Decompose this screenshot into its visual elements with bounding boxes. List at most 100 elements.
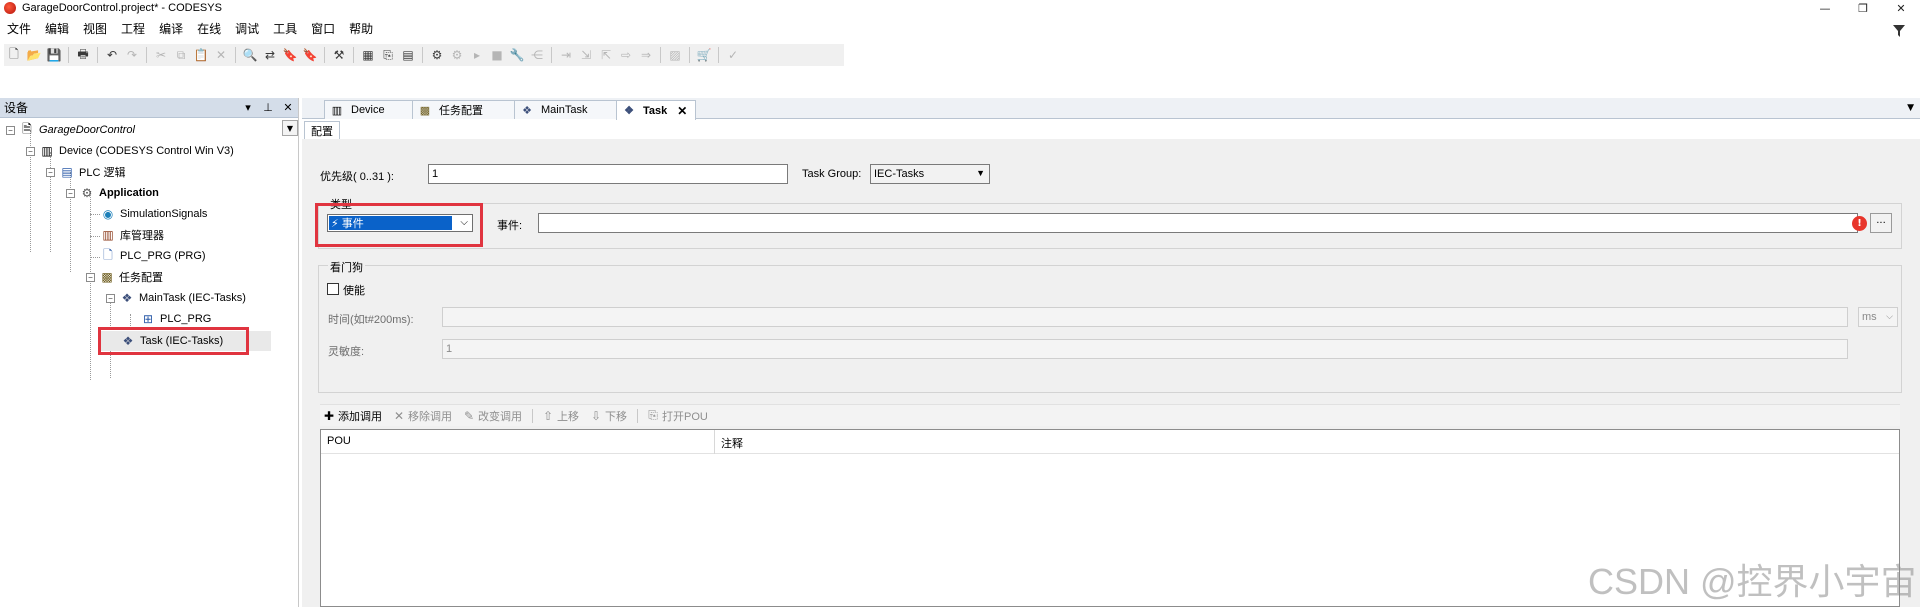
tree-item-project[interactable]: − 🗎 GarageDoorControl — [6, 120, 135, 140]
copy-icon[interactable]: ⧉ — [172, 46, 190, 64]
check-icon[interactable]: ✓ — [724, 46, 742, 64]
cart-icon[interactable]: 🛒 — [695, 46, 713, 64]
tree-item-label: PLC_PRG — [160, 313, 212, 325]
tree-item-simulation-signals[interactable]: ◉ SimulationSignals — [100, 204, 208, 224]
tab-task-configuration[interactable]: ▩ 任务配置 — [412, 100, 516, 119]
tab-close-icon[interactable]: ✕ — [677, 104, 687, 118]
save-icon[interactable]: 💾 — [45, 46, 63, 64]
delete-icon[interactable]: ✕ — [212, 46, 230, 64]
menu-edit[interactable]: 编辑 — [38, 20, 76, 38]
menu-tools[interactable]: 工具 — [266, 20, 304, 38]
time-input[interactable] — [442, 307, 1848, 327]
show-statement-icon[interactable]: ⇒ — [637, 46, 655, 64]
open-pou-button[interactable]: ⎘ 打开POU — [646, 408, 708, 424]
chevron-down-icon: ⌵ — [1886, 311, 1893, 321]
tree-item-task-configuration[interactable]: − ▩ 任务配置 — [86, 267, 163, 287]
redo-icon[interactable]: ↷ — [123, 46, 141, 64]
tab-task[interactable]: ❖ Task ✕ — [616, 100, 696, 120]
step-over-icon[interactable]: ⇥ — [557, 46, 575, 64]
tree-item-plc-prg-call[interactable]: ⊞ PLC_PRG — [140, 309, 211, 329]
button-label: 下移 — [605, 410, 627, 423]
menu-file[interactable]: 文件 — [0, 20, 38, 38]
collapse-icon[interactable]: − — [46, 167, 55, 177]
tree-item-label: SimulationSignals — [120, 208, 208, 220]
menu-window[interactable]: 窗口 — [304, 20, 342, 38]
menu-project[interactable]: 工程 — [114, 20, 152, 38]
enable-checkbox[interactable] — [327, 283, 339, 295]
menu-online[interactable]: 在线 — [190, 20, 228, 38]
panel-close-icon[interactable]: ✕ — [278, 101, 298, 114]
devices-panel: 设备 ▾ ⊥ ✕ ▼ − 🗎 GarageDoorControl − ▥ Dev… — [0, 98, 299, 607]
step-next-icon[interactable]: ⇨ — [617, 46, 635, 64]
minimize-button[interactable]: — — [1806, 0, 1844, 16]
menu-build[interactable]: 编译 — [152, 20, 190, 38]
export-icon[interactable]: ⎘ — [379, 46, 397, 64]
find-icon[interactable]: 🔍 — [241, 46, 259, 64]
bookmark-next-icon[interactable]: 🔖 — [301, 46, 319, 64]
tab-config[interactable]: 配置 — [304, 121, 340, 139]
collapse-icon[interactable]: − — [6, 125, 15, 135]
step-out-icon[interactable]: ⇱ — [597, 46, 615, 64]
panel-menu-icon[interactable]: ▾ — [238, 101, 258, 114]
column-header-comment[interactable]: 注释 — [721, 435, 743, 451]
tree-item-main-task[interactable]: − ❖ MainTask (IEC-Tasks) — [106, 288, 246, 308]
restore-button[interactable]: ❐ — [1844, 0, 1882, 16]
tree-item-application[interactable]: − ⚙ Application — [66, 183, 159, 203]
replace-icon[interactable]: ⇄ — [261, 46, 279, 64]
priority-input[interactable]: 1 — [428, 164, 788, 184]
sensitivity-input[interactable]: 1 — [442, 339, 1848, 359]
toolbar-separator — [718, 47, 719, 63]
window-title: GarageDoorControl.project* - CODESYS — [22, 2, 222, 14]
move-up-button[interactable]: ⇧ 上移 — [541, 408, 579, 424]
add-button[interactable]: ✚ 添加调用 — [322, 408, 382, 424]
reset-icon[interactable]: 🔧 — [508, 46, 526, 64]
event-input[interactable] — [538, 213, 1858, 233]
collapse-icon[interactable]: − — [106, 293, 115, 303]
menu-help[interactable]: 帮助 — [342, 20, 380, 38]
close-button[interactable]: ✕ — [1882, 0, 1920, 16]
tree-dropdown-button[interactable]: ▼ — [282, 120, 298, 136]
collapse-icon[interactable]: − — [86, 272, 95, 282]
button-label: 上移 — [557, 410, 579, 423]
task-group-select[interactable]: IEC-Tasks ▼ — [870, 164, 990, 184]
breakpoint-icon[interactable]: ⋲ — [528, 46, 546, 64]
grid-icon[interactable]: ▤ — [399, 46, 417, 64]
tree-item-plc-logic[interactable]: − ▤ PLC 逻辑 — [46, 162, 125, 182]
run-icon[interactable]: ▸ — [468, 46, 486, 64]
tab-maintask[interactable]: ❖ MainTask — [514, 100, 618, 119]
edit-button[interactable]: ✎ 改变调用 — [462, 408, 522, 424]
write-values-icon[interactable]: ▨ — [666, 46, 684, 64]
collapse-icon[interactable]: − — [66, 188, 75, 198]
pin-icon[interactable]: ⊥ — [258, 101, 278, 114]
event-browse-button[interactable]: ··· — [1870, 213, 1892, 233]
open-folder-icon[interactable]: 📂 — [25, 46, 43, 64]
paste-icon[interactable]: 📋 — [192, 46, 210, 64]
print-icon[interactable]: 🖶 — [74, 46, 92, 64]
time-unit-select[interactable]: ms ⌵ — [1858, 307, 1898, 327]
column-divider[interactable] — [714, 430, 715, 454]
main-toolbar: 🗋 📂 💾 🖶 ↶ ↷ ✂ ⧉ 📋 ✕ 🔍 ⇄ 🔖 🔖 ⚒ ▦ ⎘ ▤ ⚙ ⚙ ▸ ■ 🔧 ⋲ ⇥ ⇲ ⇱ ⇨ ⇒ ▨ 🛒 ✓ — [4, 44, 844, 66]
tree-item-device[interactable]: − ▥ Device (CODESYS Control Win V3) — [26, 141, 234, 161]
bookmark-icon[interactable]: 🔖 — [281, 46, 299, 64]
menu-view[interactable]: 视图 — [76, 20, 114, 38]
step-into-icon[interactable]: ⇲ — [577, 46, 595, 64]
collapse-icon[interactable]: − — [26, 146, 35, 156]
filter-icon[interactable] — [1892, 24, 1906, 38]
remove-button[interactable]: ✕ 移除调用 — [392, 408, 452, 424]
tree-item-library-manager[interactable]: ▥ 库管理器 — [100, 225, 164, 245]
logout-icon[interactable]: ⚙ — [448, 46, 466, 64]
column-header-pou[interactable]: POU — [327, 435, 351, 447]
login-icon[interactable]: ⚙ — [428, 46, 446, 64]
menu-debug[interactable]: 调试 — [228, 20, 266, 38]
new-file-icon[interactable]: 🗋 — [5, 46, 23, 64]
tab-overflow-icon[interactable]: ▼ — [1907, 103, 1914, 113]
stop-icon[interactable]: ■ — [488, 46, 506, 64]
device-config-icon[interactable]: ▦ — [359, 46, 377, 64]
tree-item-plc-prg[interactable]: 🗋 PLC_PRG (PRG) — [100, 246, 205, 266]
tab-device[interactable]: ▥ Device — [324, 100, 414, 119]
cut-icon[interactable]: ✂ — [152, 46, 170, 64]
toolbar-separator — [324, 47, 325, 63]
build-icon[interactable]: ⚒ — [330, 46, 348, 64]
undo-icon[interactable]: ↶ — [103, 46, 121, 64]
move-down-button[interactable]: ⇩ 下移 — [589, 408, 627, 424]
